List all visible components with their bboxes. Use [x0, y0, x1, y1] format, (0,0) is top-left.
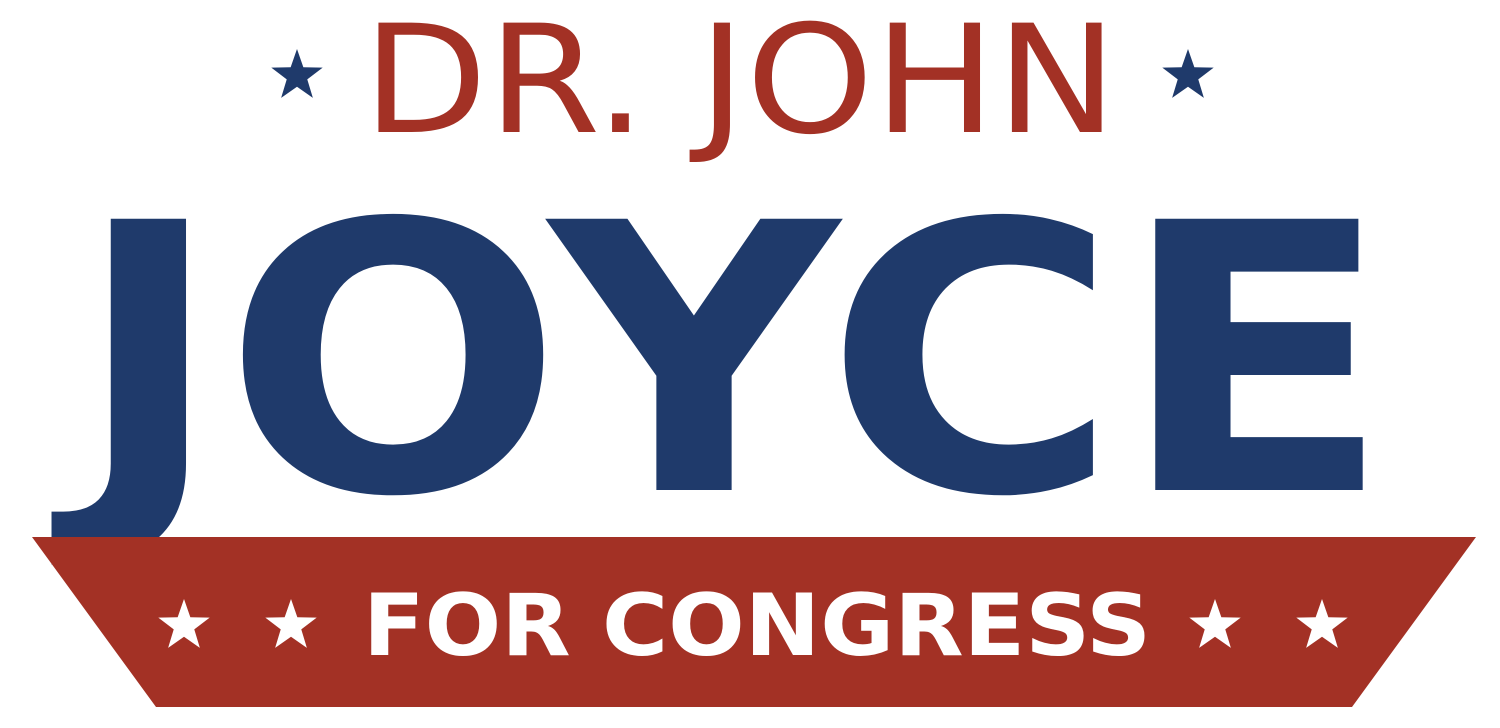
campaign-logo: DR. JOHN JOYCE FOR CONGRESS [0, 0, 1500, 728]
star-icon [1162, 49, 1214, 98]
candidate-title-line: DR. JOHN [363, 0, 1118, 168]
banner-text: FOR CONGRESS [363, 576, 1151, 676]
candidate-name: JOYCE [49, 145, 1392, 578]
campaign-logo-graphic: DR. JOHN JOYCE FOR CONGRESS [32, 0, 1476, 707]
star-icon [271, 49, 323, 98]
